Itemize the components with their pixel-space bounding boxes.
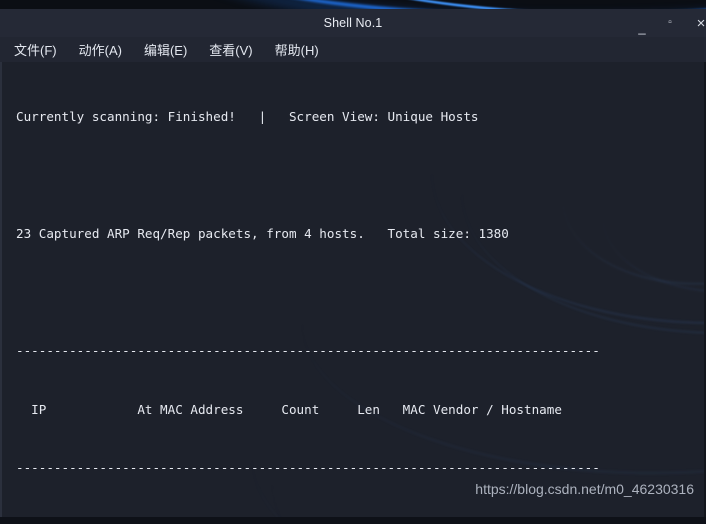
window-title: Shell No.1 bbox=[323, 16, 383, 30]
window-controls: _ ▫ × bbox=[635, 9, 706, 37]
spacer-line-1 bbox=[16, 166, 706, 186]
table-header-row: IP At MAC Address Count Len MAC Vendor /… bbox=[16, 401, 585, 417]
table-separator-top: ----------------------------------------… bbox=[16, 343, 600, 358]
scan-status-line: Currently scanning: Finished! | Screen V… bbox=[16, 109, 479, 124]
screen-bottom-strip bbox=[0, 517, 706, 524]
maximize-icon[interactable]: ▫ bbox=[663, 18, 677, 28]
close-icon[interactable]: × bbox=[694, 16, 706, 31]
menu-item-help[interactable]: 帮助(H) bbox=[275, 40, 319, 59]
watermark-text: https://blog.csdn.net/m0_46230316 bbox=[475, 481, 694, 497]
menu-item-file[interactable]: 文件(F) bbox=[14, 40, 57, 59]
menu-item-view[interactable]: 查看(V) bbox=[209, 40, 252, 59]
window-titlebar[interactable]: Shell No.1 _ ▫ × bbox=[0, 9, 706, 37]
menu-bar: 文件(F) 动作(A) 编辑(E) 查看(V) 帮助(H) bbox=[0, 37, 706, 62]
capture-summary-line: 23 Captured ARP Req/Rep packets, from 4 … bbox=[16, 226, 509, 241]
spacer-line-2 bbox=[16, 283, 706, 303]
terminal-body[interactable]: Currently scanning: Finished! | Screen V… bbox=[0, 62, 706, 517]
table-separator-bottom: ----------------------------------------… bbox=[16, 460, 600, 475]
minimize-icon[interactable]: _ bbox=[635, 21, 649, 34]
netdiscover-output: Currently scanning: Finished! | Screen V… bbox=[2, 62, 706, 517]
menu-item-edit[interactable]: 编辑(E) bbox=[144, 40, 187, 59]
terminal-window: Shell No.1 _ ▫ × 文件(F) 动作(A) 编辑(E) 查看(V)… bbox=[0, 9, 706, 517]
menu-item-actions[interactable]: 动作(A) bbox=[79, 40, 122, 59]
